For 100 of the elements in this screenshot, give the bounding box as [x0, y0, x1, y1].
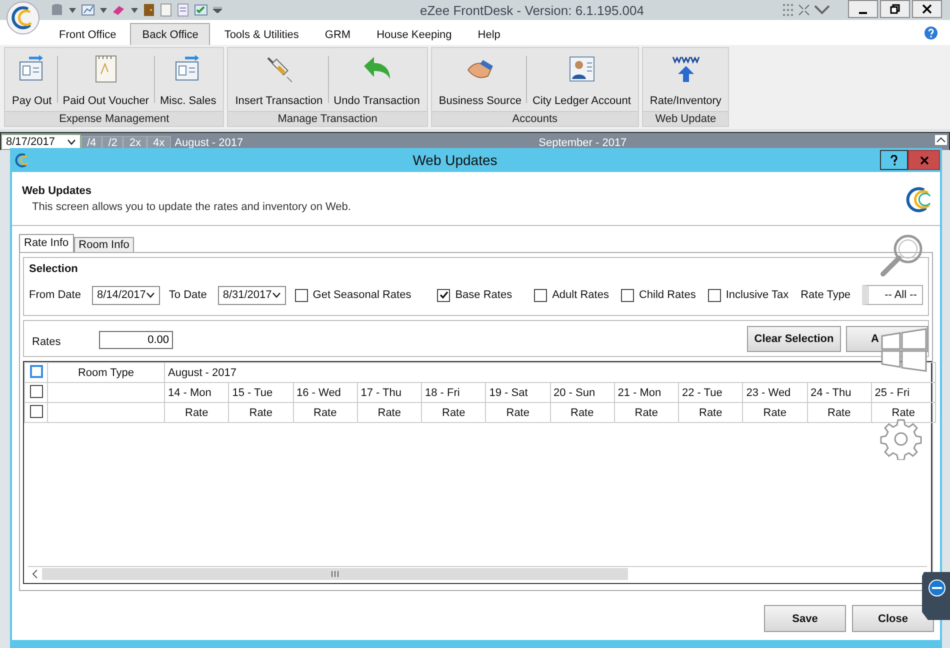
- field-label: To Date: [168, 289, 207, 301]
- day-header: 20 - Sun: [550, 382, 614, 402]
- month-header: August - 2017: [164, 362, 936, 382]
- menu-tab[interactable]: Front Office: [47, 23, 128, 45]
- rates-input[interactable]: 0.00: [99, 330, 173, 348]
- column-header: Rate: [614, 402, 678, 422]
- close-icon: [920, 156, 928, 164]
- ribbon-button[interactable]: Misc. Sales: [154, 52, 222, 111]
- checkbox-label: Adult Rates: [552, 289, 609, 301]
- checkbox[interactable]: [534, 288, 548, 302]
- remote-tab-icon[interactable]: [920, 572, 950, 620]
- checkbox[interactable]: [620, 288, 634, 302]
- column-header: Rate: [678, 402, 743, 422]
- question-mark-icon: [890, 154, 898, 166]
- help-icon[interactable]: [924, 26, 938, 40]
- chevron-down-icon: [146, 292, 155, 298]
- ribbon-button[interactable]: Insert Transaction: [230, 52, 328, 111]
- chevron-down-icon: [67, 139, 76, 145]
- chevron-down-icon: [272, 292, 281, 298]
- group-label: Expense Management: [5, 111, 224, 126]
- caret-icon[interactable]: [100, 8, 107, 12]
- day-header: 18 - Fri: [422, 382, 486, 402]
- eraser-icon[interactable]: [112, 3, 126, 17]
- caret-icon[interactable]: [213, 7, 222, 13]
- door-icon[interactable]: [143, 3, 155, 17]
- notepad-icon: [92, 54, 119, 84]
- checkbox[interactable]: [708, 288, 721, 302]
- ribbon-button[interactable]: Pay Out: [7, 52, 57, 111]
- rate-type-dropdown[interactable]: -- All --: [862, 285, 923, 305]
- app-logo-icon: [14, 152, 30, 168]
- date-picker[interactable]: 8/31/2017: [218, 286, 286, 304]
- column-header: Rate: [228, 402, 293, 422]
- minimize-button[interactable]: [848, 0, 878, 18]
- ribbon-button[interactable]: Business Source: [434, 52, 526, 111]
- tab[interactable]: Room Info: [74, 237, 134, 252]
- dialog-button[interactable]: Close: [852, 605, 934, 632]
- page-icon[interactable]: [160, 3, 172, 17]
- dialog-heading: Web Updates: [22, 184, 92, 196]
- column-header: Rate: [357, 402, 422, 422]
- checkbox[interactable]: [30, 364, 42, 378]
- grip-icon: [782, 3, 794, 17]
- app-logo-icon: [904, 184, 932, 212]
- help-button[interactable]: [880, 150, 908, 170]
- ribbon-button[interactable]: City Ledger Account: [527, 52, 636, 111]
- menu-tab[interactable]: House Keeping: [364, 23, 464, 45]
- minimize-icon: [859, 12, 867, 14]
- checkbox[interactable]: [30, 384, 42, 398]
- column-header: Rate: [486, 402, 550, 422]
- menu-tab[interactable]: Help: [466, 23, 512, 45]
- checkbox-label: Child Rates: [638, 289, 696, 301]
- restore-button[interactable]: [880, 0, 910, 18]
- ribbon-button[interactable]: Rate/Inventory: [644, 52, 726, 111]
- column-header: Rate: [550, 402, 614, 422]
- date-picker[interactable]: 8/14/2017: [92, 286, 160, 304]
- day-header: 25 - Fri: [871, 382, 936, 402]
- expand-icon[interactable]: [798, 4, 810, 16]
- day-header: 22 - Tue: [678, 382, 743, 402]
- www-arrow-icon: [670, 54, 701, 84]
- chevron-down-icon[interactable]: [814, 5, 830, 15]
- dialog-title: Web Updates: [412, 152, 498, 168]
- day-header: 19 - Sat: [486, 382, 550, 402]
- checkbox-label: Get Seasonal Rates: [312, 289, 412, 301]
- menu-tab[interactable]: Back Office: [130, 23, 210, 45]
- ribbon-button[interactable]: Undo Transaction: [328, 52, 425, 111]
- settings-icon[interactable]: [880, 418, 922, 460]
- column-header: Rate: [807, 402, 872, 422]
- column-header: Rate: [293, 402, 358, 422]
- column-header: Room Type: [48, 362, 164, 382]
- column-header: Rate: [164, 402, 229, 422]
- windows-logo-icon[interactable]: [880, 326, 928, 374]
- day-header: 24 - Thu: [807, 382, 872, 402]
- caret-icon[interactable]: [69, 8, 76, 12]
- tab[interactable]: Rate Info: [19, 234, 74, 252]
- day-header: 14 - Mon: [164, 382, 229, 402]
- close-icon: [922, 4, 932, 14]
- field-label: Rates: [32, 336, 62, 348]
- caret-icon[interactable]: [131, 8, 138, 12]
- checkbox-label: Inclusive Tax: [726, 289, 789, 301]
- panel-title: Selection: [29, 263, 79, 275]
- action-button[interactable]: Clear Selection: [747, 326, 841, 352]
- chart-icon[interactable]: [81, 3, 95, 17]
- group-label: Manage Transaction: [228, 111, 427, 126]
- menu-tab[interactable]: Tools & Utilities: [212, 23, 311, 45]
- checkbox[interactable]: [294, 288, 308, 302]
- window-title: eZee FrontDesk - Version: 6.1.195.004: [418, 2, 645, 18]
- page-icon[interactable]: [177, 3, 189, 17]
- menu-tab[interactable]: GRM: [312, 23, 363, 45]
- month-label: September - 2017: [538, 136, 627, 150]
- dialog-button[interactable]: Save: [764, 605, 846, 632]
- month-label: August - 2017: [174, 136, 244, 150]
- close-button[interactable]: [912, 0, 942, 18]
- checkbox[interactable]: [30, 404, 42, 418]
- scroll-up-icon[interactable]: [935, 135, 947, 145]
- group-label: Accounts: [432, 111, 638, 126]
- column-header: Rate: [422, 402, 486, 422]
- checkbox[interactable]: [437, 288, 450, 302]
- ribbon-button[interactable]: Paid Out Voucher: [58, 52, 154, 111]
- scroll-thumb[interactable]: [42, 568, 628, 580]
- dialog-description: This screen allows you to update the rates and inventory on Web.: [31, 200, 351, 212]
- checklist-icon[interactable]: [194, 3, 208, 17]
